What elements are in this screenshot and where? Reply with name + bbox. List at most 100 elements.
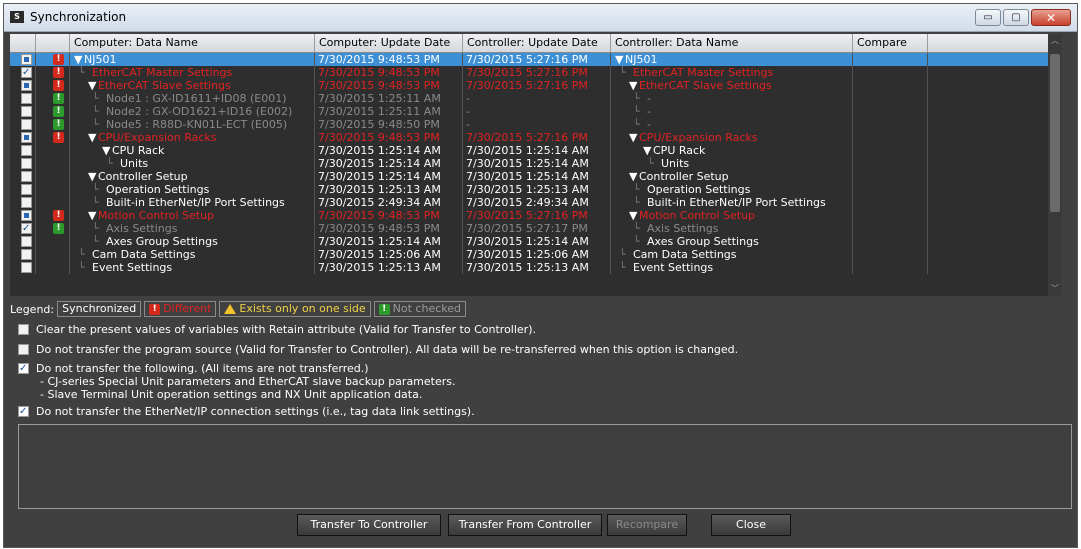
computer-date-cell: 7/30/2015 1:25:11 AM — [315, 92, 463, 105]
expand-icon[interactable]: ▼ — [629, 209, 637, 222]
table-row[interactable]: └ Operation Settings 7/30/2015 1:25:13 AM 7… — [10, 183, 1062, 196]
expand-icon[interactable]: ▼ — [629, 170, 637, 183]
table-row[interactable]: └ Event Settings 7/30/2015 1:25:13 AM 7/30/… — [10, 261, 1062, 274]
transfer-from-controller-button[interactable]: Transfer From Controller — [448, 514, 602, 536]
computer-name-cell: └ Node2 : GX-OD1621+ID16 (E002) — [70, 105, 315, 118]
no-ethernetip-label: Do not transfer the EtherNet/IP connecti… — [36, 405, 475, 418]
row-checkbox[interactable] — [21, 171, 32, 182]
table-row[interactable]: ! ▼ EtherCAT Slave Settings 7/30/2015 9:48:… — [10, 79, 1062, 92]
close-window-button[interactable]: ✕ — [1031, 9, 1071, 26]
table-row[interactable]: └ Cam Data Settings 7/30/2015 1:25:06 AM 7/… — [10, 248, 1062, 261]
tree-line: └ — [633, 183, 640, 196]
table-row[interactable]: ▼ CPU Rack 7/30/2015 1:25:14 AM 7/30/2015 1… — [10, 144, 1062, 157]
row-checkbox[interactable] — [21, 54, 32, 65]
row-name-text: Axis Settings — [106, 222, 178, 235]
transfer-to-controller-button[interactable]: Transfer To Controller — [297, 514, 441, 536]
expand-icon[interactable]: ▼ — [88, 79, 96, 92]
row-check-cell — [10, 144, 36, 157]
row-name-text: Event Settings — [92, 261, 173, 274]
no-ethernetip-checkbox[interactable] — [18, 405, 29, 418]
header-controller-name[interactable]: Controller: Data Name — [611, 34, 853, 52]
row-checkbox[interactable] — [21, 119, 32, 130]
controller-date-cell: 7/30/2015 5:27:16 PM — [463, 66, 611, 79]
different-icon: ! — [53, 132, 64, 143]
tree-line: └ — [619, 261, 626, 274]
vertical-scrollbar[interactable]: ︿ ﹀ — [1048, 34, 1062, 296]
row-status-cell — [36, 248, 70, 261]
tree-line: └ — [78, 248, 85, 261]
expand-icon[interactable]: ▼ — [88, 131, 96, 144]
recompare-button[interactable]: Recompare — [607, 514, 687, 536]
no-transfer-sub2: - Slave Terminal Unit operation settings… — [40, 388, 423, 401]
row-checkbox[interactable] — [21, 222, 32, 235]
row-checkbox[interactable] — [21, 145, 32, 156]
expand-icon[interactable]: ▼ — [102, 144, 110, 157]
grid-header: Computer: Data Name Computer: Update Dat… — [10, 34, 1062, 53]
table-row[interactable]: ! ▼ Motion Control Setup 7/30/2015 9:48:53 … — [10, 209, 1062, 222]
close-button[interactable]: Close — [711, 514, 791, 536]
no-transfer-following-checkbox[interactable] — [18, 362, 29, 375]
table-row[interactable]: └ Units 7/30/2015 1:25:14 AM 7/30/2015 1:25… — [10, 157, 1062, 170]
controller-date-cell: 7/30/2015 5:27:16 PM — [463, 209, 611, 222]
table-row[interactable]: └ Built-in EtherNet/IP Port Settings 7/30/… — [10, 196, 1062, 209]
table-row[interactable]: ! └ EtherCAT Master Settings 7/30/2015 9:48… — [10, 66, 1062, 79]
table-row[interactable]: └ Axes Group Settings 7/30/2015 1:25:14 AM… — [10, 235, 1062, 248]
header-compare[interactable]: Compare — [853, 34, 928, 52]
clear-retain-checkbox[interactable] — [18, 324, 29, 335]
row-checkbox[interactable] — [21, 66, 32, 79]
message-area[interactable] — [18, 424, 1072, 509]
maximize-button[interactable]: ▢ — [1003, 9, 1029, 26]
header-computer-name[interactable]: Computer: Data Name — [70, 34, 315, 52]
row-name-text: CPU Rack — [112, 144, 165, 157]
computer-date-cell: 7/30/2015 9:48:53 PM — [315, 53, 463, 66]
row-checkbox[interactable] — [21, 158, 32, 169]
compare-cell — [853, 209, 928, 222]
row-checkbox[interactable] — [21, 236, 32, 247]
row-checkbox[interactable] — [21, 184, 32, 195]
row-checkbox[interactable] — [21, 210, 32, 221]
computer-date-cell: 7/30/2015 9:48:53 PM — [315, 209, 463, 222]
controller-name-cell: ▼ Controller Setup — [611, 170, 853, 183]
no-program-source-checkbox[interactable] — [18, 344, 29, 355]
compare-cell — [853, 144, 928, 157]
scroll-up-icon[interactable]: ︿ — [1050, 36, 1060, 46]
scroll-down-icon[interactable]: ﹀ — [1050, 284, 1060, 294]
table-row[interactable]: ! └ Node2 : GX-OD1621+ID16 (E002) 7/30/2015… — [10, 105, 1062, 118]
computer-name-cell: └ Units — [70, 157, 315, 170]
minimize-button[interactable]: ▭ — [975, 9, 1001, 26]
header-computer-date[interactable]: Computer: Update Date — [315, 34, 463, 52]
scroll-thumb[interactable] — [1050, 54, 1060, 212]
row-checkbox[interactable] — [21, 93, 32, 104]
table-row[interactable]: ! └ Node5 : R88D-KN01L-ECT (E005) 7/30/2015… — [10, 118, 1062, 131]
sync-grid[interactable]: Computer: Data Name Computer: Update Dat… — [10, 34, 1062, 296]
clear-retain-label: Clear the present values of variables wi… — [36, 323, 536, 336]
row-checkbox[interactable] — [21, 106, 32, 117]
compare-cell — [853, 53, 928, 66]
computer-name-cell: ▼ NJ501 — [70, 53, 315, 66]
row-checkbox[interactable] — [21, 132, 32, 143]
expand-icon[interactable]: ▼ — [74, 53, 82, 66]
expand-icon[interactable]: ▼ — [629, 131, 637, 144]
row-check-cell — [10, 79, 36, 92]
expand-icon[interactable]: ▼ — [615, 53, 623, 66]
row-check-cell — [10, 92, 36, 105]
row-name-text: NJ501 — [84, 53, 117, 66]
expand-icon[interactable]: ▼ — [629, 79, 637, 92]
table-row[interactable]: ! ▼ NJ501 7/30/2015 9:48:53 PM 7/30/2015 5:2… — [10, 53, 1062, 66]
row-check-cell — [10, 131, 36, 144]
expand-icon[interactable]: ▼ — [643, 144, 651, 157]
row-checkbox[interactable] — [21, 197, 32, 208]
table-row[interactable]: ! └ Axis Settings 7/30/2015 9:48:53 PM7/30/… — [10, 222, 1062, 235]
row-checkbox[interactable] — [21, 249, 32, 260]
table-row[interactable]: ▼ Controller Setup 7/30/2015 1:25:14 AM 7/3… — [10, 170, 1062, 183]
expand-icon[interactable]: ▼ — [88, 209, 96, 222]
row-checkbox[interactable] — [21, 80, 32, 91]
header-controller-date[interactable]: Controller: Update Date — [463, 34, 611, 52]
computer-name-cell: ▼ EtherCAT Slave Settings — [70, 79, 315, 92]
controller-name-cell: ▼ Motion Control Setup — [611, 209, 853, 222]
table-row[interactable]: ! ▼ CPU/Expansion Racks 7/30/2015 9:48:53 P… — [10, 131, 1062, 144]
row-checkbox[interactable] — [21, 262, 32, 273]
table-row[interactable]: ! └ Node1 : GX-ID1611+ID08 (E001) 7/30/2015… — [10, 92, 1062, 105]
expand-icon[interactable]: ▼ — [88, 170, 96, 183]
computer-name-cell: └ Node5 : R88D-KN01L-ECT (E005) — [70, 118, 315, 131]
